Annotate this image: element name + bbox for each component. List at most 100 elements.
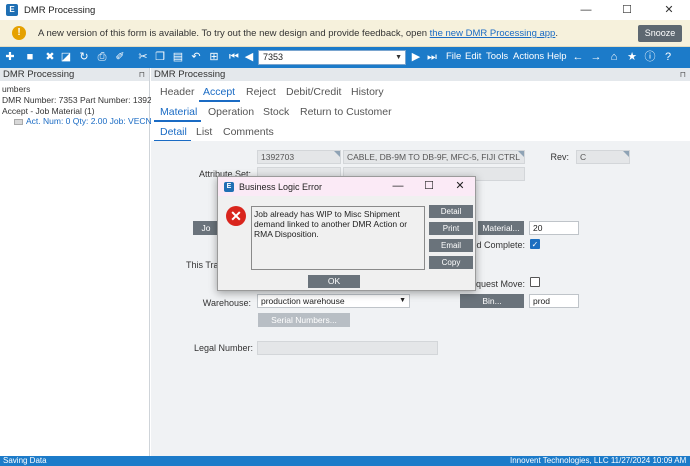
favorite-icon[interactable]: ★	[624, 49, 640, 65]
tab-operation[interactable]: Operation	[208, 106, 254, 118]
window-titlebar: E DMR Processing — ☐ ✕	[0, 0, 690, 20]
menu-edit[interactable]: Edit	[465, 51, 481, 62]
email-button[interactable]: Email	[429, 239, 473, 252]
brush-icon[interactable]: ✐	[112, 49, 128, 65]
minimize-button[interactable]: —	[566, 0, 606, 20]
rev-value: C	[580, 152, 587, 162]
material-button[interactable]: Material...	[478, 221, 524, 235]
job-button[interactable]: Jo	[193, 221, 219, 235]
print-icon[interactable]: ⎙	[94, 49, 110, 65]
tab-history[interactable]: History	[351, 86, 384, 98]
menu-help[interactable]: Help	[547, 51, 567, 62]
tab-header[interactable]: Header	[160, 86, 194, 98]
business-logic-error-dialog: E Business Logic Error — ☐ ✕ ✕ Job alrea…	[217, 176, 476, 291]
app-icon: E	[6, 4, 18, 16]
dmr-key-input[interactable]: 7353 ▼	[258, 50, 406, 65]
main-title: DMR Processing	[154, 69, 226, 80]
warehouse-select[interactable]: production warehouse ▼	[257, 294, 410, 308]
warehouse-label: Warehouse:	[202, 298, 251, 308]
legal-number-field	[257, 341, 438, 355]
pin-icon[interactable]: ⊓	[680, 68, 686, 81]
tree-panel: DMR Processing ⊓ umbers DMR Number: 7353 …	[0, 68, 161, 456]
tab-debit-credit[interactable]: Debit/Credit	[286, 86, 341, 98]
info-icon[interactable]: ⓘ	[642, 49, 658, 65]
copy-icon[interactable]: ❐	[152, 49, 168, 65]
banner-text: A new version of this form is available.…	[38, 28, 430, 39]
dialog-close-button[interactable]: ✕	[444, 177, 476, 196]
banner-suffix: .	[555, 28, 558, 39]
field-corner-icon	[334, 151, 340, 157]
material-seq-value: 20	[533, 223, 543, 233]
bin-value: prod	[533, 296, 551, 306]
tree-node-numbers[interactable]: umbers	[2, 84, 30, 94]
tab-reject[interactable]: Reject	[246, 86, 276, 98]
status-text: Saving Data	[3, 456, 47, 465]
back-icon[interactable]: ←	[570, 49, 586, 65]
tab-material[interactable]: Material	[160, 106, 197, 118]
paste-icon[interactable]: ▤	[170, 49, 186, 65]
tab-stock[interactable]: Stock	[263, 106, 289, 118]
field-corner-icon	[623, 151, 629, 157]
delete-icon[interactable]: ✖	[42, 49, 58, 65]
next-record-icon[interactable]: ▶	[408, 49, 424, 65]
tabs-area: Header Accept Reject Debit/Credit Histor…	[151, 81, 690, 142]
warehouse-value: production warehouse	[261, 296, 345, 306]
pin-icon[interactable]: ⊓	[139, 68, 145, 81]
forward-icon[interactable]: →	[588, 49, 604, 65]
dmr-key-value: 7353	[263, 52, 284, 62]
menu-actions[interactable]: Actions	[513, 51, 544, 62]
dialog-titlebar: E Business Logic Error — ☐ ✕	[218, 177, 475, 196]
tree-node-accept[interactable]: Accept - Job Material (1)	[2, 106, 95, 116]
dialog-minimize-button[interactable]: —	[382, 177, 414, 196]
tab-comments[interactable]: Comments	[223, 126, 274, 138]
bin-field[interactable]: prod	[529, 294, 579, 308]
tab-material-underline	[154, 120, 201, 122]
toolbar: ✚ ■ ✖ ◪ ↻ ⎙ ✐ ✂ ❐ ▤ ↶ ⊞ ⏮ ◀ 7353 ▼ ▶ ⏭ Fi…	[0, 47, 690, 68]
chevron-down-icon[interactable]: ▼	[395, 51, 402, 64]
tab-list[interactable]: List	[196, 126, 212, 138]
home-icon[interactable]: ⌂	[606, 49, 622, 65]
help-icon[interactable]: ?	[660, 49, 676, 65]
prev-record-icon[interactable]: ◀	[241, 49, 257, 65]
tab-accept[interactable]: Accept	[203, 86, 235, 98]
serial-numbers-button[interactable]: Serial Numbers...	[258, 313, 350, 327]
first-record-icon[interactable]: ⏮	[226, 49, 242, 65]
save-icon[interactable]: ■	[22, 49, 38, 65]
refresh-icon[interactable]: ↻	[76, 49, 92, 65]
print-button[interactable]: Print	[429, 222, 473, 235]
request-move-checkbox[interactable]	[530, 277, 540, 287]
maximize-button[interactable]: ☐	[607, 0, 647, 20]
material-seq-field[interactable]: 20	[529, 221, 579, 235]
status-info: Innovent Technologies, LLC 11/27/2024 10…	[510, 456, 687, 465]
close-button[interactable]: ✕	[649, 0, 689, 20]
tree-node-dmr[interactable]: DMR Number: 7353 Part Number: 139270	[2, 95, 161, 105]
detail-button[interactable]: Detail	[429, 205, 473, 218]
rev-field[interactable]: C	[576, 150, 630, 164]
undo-icon[interactable]: ↶	[188, 49, 204, 65]
ok-button[interactable]: OK	[308, 275, 360, 288]
attach-icon[interactable]: ⊞	[206, 49, 222, 65]
tab-detail[interactable]: Detail	[160, 126, 187, 138]
copy-button[interactable]: Copy	[429, 256, 473, 269]
menu-tools[interactable]: Tools	[486, 51, 508, 62]
cut-icon[interactable]: ✂	[135, 49, 151, 65]
tree-node-material[interactable]: Act. Num: 0 Qty: 2.00 Job: VECN-	[14, 116, 155, 126]
dialog-title: Business Logic Error	[239, 182, 323, 192]
request-move-label: equest Move:	[470, 279, 525, 289]
snooze-button[interactable]: Snooze	[638, 25, 682, 42]
banner-message: A new version of this form is available.…	[38, 28, 558, 39]
bin-button[interactable]: Bin...	[460, 294, 524, 308]
chevron-down-icon[interactable]: ▼	[399, 295, 406, 307]
folder-icon	[14, 118, 23, 125]
rev-label: Rev:	[550, 152, 569, 162]
tab-return-to-customer[interactable]: Return to Customer	[300, 106, 392, 118]
clear-icon[interactable]: ◪	[58, 49, 74, 65]
window-title: DMR Processing	[24, 4, 96, 16]
dialog-maximize-button[interactable]: ☐	[413, 177, 445, 196]
part-field[interactable]: 1392703	[257, 150, 341, 164]
new-icon[interactable]: ✚	[2, 49, 18, 65]
completed-checkbox[interactable]: ✓	[530, 239, 540, 249]
menu-file[interactable]: File	[446, 51, 461, 62]
new-app-link[interactable]: the new DMR Processing app	[430, 28, 556, 39]
last-record-icon[interactable]: ⏭	[424, 49, 440, 65]
